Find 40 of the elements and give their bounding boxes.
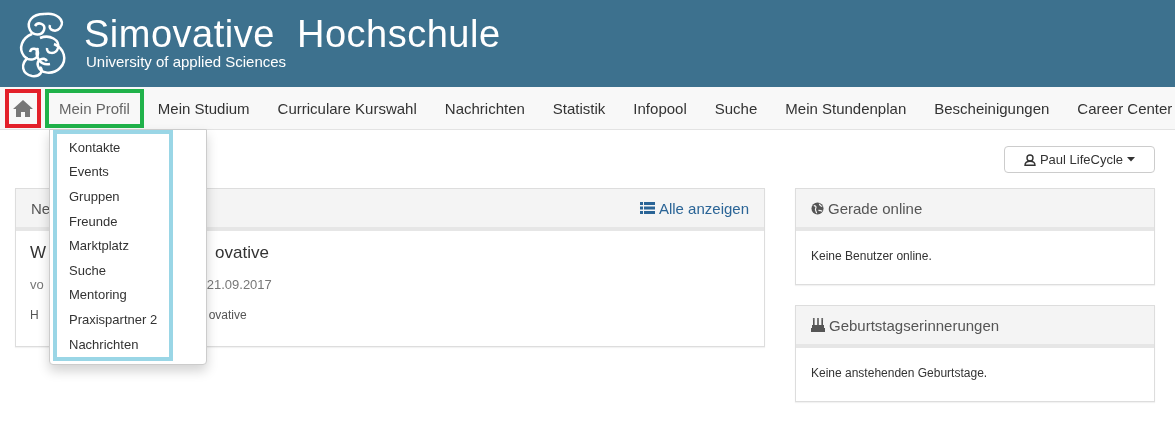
news-headline: W (30, 243, 47, 264)
panel-title: Geburtstagserinnerungen (829, 316, 1000, 334)
home-icon[interactable] (5, 88, 41, 128)
menu-item[interactable]: Suche (57, 257, 169, 283)
cake-icon (811, 318, 825, 332)
news-text: H (30, 308, 39, 322)
news-date: 21.09.2017 (206, 277, 272, 292)
user-menu-button[interactable]: Paul LifeCycle (1004, 146, 1155, 173)
news-headline: ovative (215, 243, 269, 264)
show-all-link[interactable]: Alle anzeigen (639, 199, 749, 217)
nav-link[interactable]: Infopool (619, 88, 701, 128)
panel-title: Ne (31, 199, 51, 217)
news-text: ovative (208, 308, 247, 322)
list-icon (639, 202, 655, 214)
nav-link[interactable]: Mein Profil (45, 88, 144, 128)
menu-item[interactable]: Kontakte (57, 135, 169, 160)
caret-icon (1127, 157, 1136, 162)
menu-item[interactable]: Mentoring (57, 282, 169, 308)
panel-title: Gerade online (828, 199, 923, 217)
menu-item[interactable]: Nachrichten (57, 331, 169, 357)
user-icon (1023, 153, 1036, 166)
nav-link[interactable]: Statistik (538, 88, 620, 128)
menu-item[interactable]: Events (57, 159, 169, 185)
panel-text: Keine Benutzer online. (811, 249, 933, 263)
site-title: Simovative Hochschule (84, 13, 501, 54)
nav-link[interactable]: Career Center (1063, 88, 1175, 128)
news-meta: vo (30, 277, 44, 292)
globe-icon (811, 201, 824, 215)
nav-link[interactable]: Bescheinigungen (920, 88, 1064, 128)
menu-item[interactable]: Praxispartner 2 (57, 307, 169, 332)
nav-link[interactable]: Mein Studium (143, 88, 264, 128)
menu-item[interactable]: Gruppen (57, 184, 169, 209)
nav-link[interactable]: Nachrichten (430, 88, 539, 128)
menu-item[interactable]: Freunde (57, 208, 169, 234)
panel-text: Keine anstehenden Geburtstage. (811, 366, 989, 380)
nav-link[interactable]: Suche (700, 88, 772, 128)
menu-item[interactable]: Marktplatz (57, 233, 169, 258)
nav-link[interactable]: Curriculare Kurswahl (263, 88, 431, 128)
site-subtitle: University of applied Sciences (86, 53, 288, 70)
nav-link[interactable]: Mein Stundenplan (771, 88, 921, 128)
